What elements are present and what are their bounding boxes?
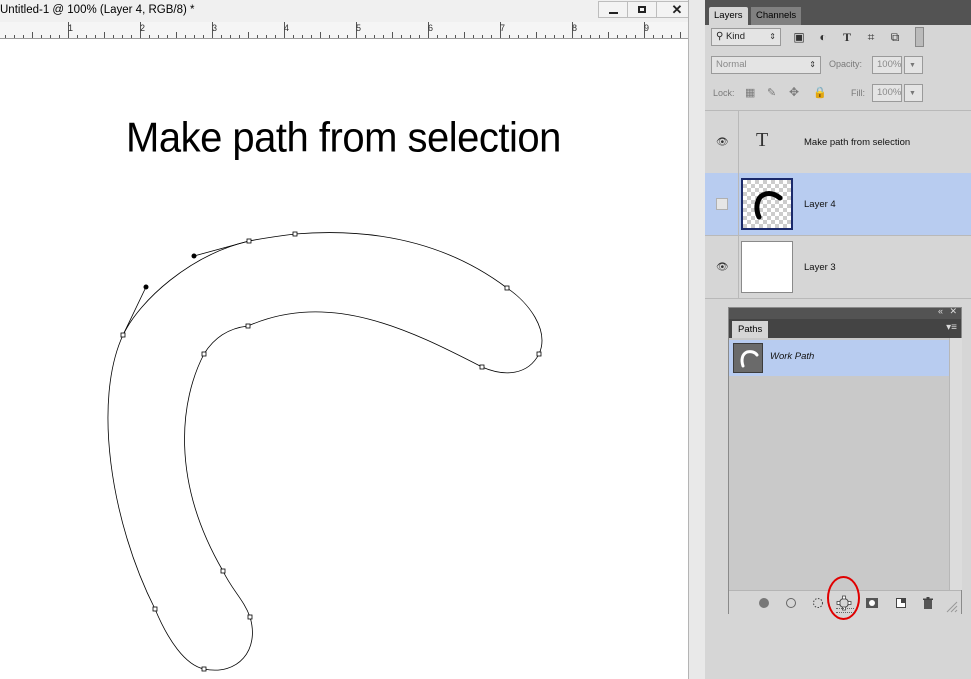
opacity-dropdown[interactable]: ▼	[904, 56, 923, 74]
ruler-number: 9	[644, 23, 650, 33]
ruler-number: 4	[284, 23, 290, 33]
layer-filter-select[interactable]: ⚲ Kind ⇕	[711, 28, 781, 46]
ruler-ticks	[5, 22, 681, 38]
highlight-circle	[827, 576, 860, 620]
fill-path-icon[interactable]	[756, 595, 772, 611]
ruler-number: 3	[212, 23, 218, 33]
chevron-updown-icon: ⇕	[769, 32, 776, 41]
path-thumbnail-icon	[740, 350, 759, 368]
visibility-cell[interactable]: 👁	[705, 236, 739, 298]
lock-all-icon[interactable]: 🔒	[813, 86, 827, 99]
close-icon[interactable]: ✕	[949, 306, 957, 317]
path-name[interactable]: Work Path	[770, 351, 814, 362]
add-mask-icon[interactable]	[864, 595, 880, 611]
opacity-field[interactable]: 100%	[872, 56, 902, 74]
maximize-icon	[638, 6, 646, 13]
work-path-outline[interactable]	[0, 39, 688, 679]
collapse-icon[interactable]: «	[938, 306, 943, 316]
tab-channels[interactable]: Channels	[751, 7, 802, 25]
lock-label: Lock:	[713, 88, 735, 98]
eye-icon[interactable]: 👁	[716, 262, 729, 273]
layer-name[interactable]: Make path from selection	[804, 137, 910, 148]
path-list: Work Path	[729, 338, 949, 590]
lock-pixels-icon[interactable]: ✎	[767, 86, 776, 99]
smart-object-filter-icon[interactable]: ⧉	[888, 30, 902, 44]
layer-row-text[interactable]: 👁 T Make path from selection	[705, 110, 971, 174]
minimize-button[interactable]	[598, 1, 628, 18]
tab-layers[interactable]: Layers	[709, 7, 748, 25]
panel-tab-bar: Layers Channels	[705, 0, 971, 25]
stroke-path-icon[interactable]	[783, 595, 799, 611]
paths-scrollbar[interactable]	[949, 338, 962, 590]
type-filter-icon[interactable]: T	[840, 30, 854, 44]
blend-mode-select[interactable]: Normal ⇕	[711, 56, 821, 74]
opacity-label: Opacity:	[829, 59, 863, 69]
toggle-filter-icon[interactable]	[915, 27, 924, 47]
stroke-thumbnail-icon	[754, 191, 783, 220]
load-as-selection-icon[interactable]	[810, 595, 826, 611]
panel-menu-icon[interactable]: ▾≡	[946, 322, 957, 333]
paths-panel: « ✕ Paths ▾≡ Work Path	[728, 306, 962, 615]
ruler-number: 8	[572, 23, 578, 33]
chevron-down-icon: ▼	[909, 90, 916, 97]
document-title: Untitled-1 @ 100% (Layer 4, RGB/8) *	[0, 4, 195, 16]
footer-resize-dots	[836, 608, 854, 613]
layer-row-layer-3[interactable]: 👁 Layer 3	[705, 236, 971, 299]
lock-transparency-icon[interactable]: ▦	[745, 86, 755, 99]
horizontal-ruler[interactable]: 1 2 3 4 5 6 7 8 9	[0, 22, 688, 39]
layer-row-layer-4[interactable]: Layer 4	[705, 173, 971, 236]
tab-paths[interactable]: Paths	[732, 321, 769, 338]
path-thumbnail	[733, 343, 763, 373]
eye-icon[interactable]: 👁	[716, 137, 729, 148]
layer-name[interactable]: Layer 3	[804, 262, 836, 273]
paths-panel-header[interactable]: « ✕	[729, 306, 961, 319]
new-path-icon[interactable]	[893, 595, 909, 611]
chevron-updown-icon: ⇕	[809, 60, 816, 69]
document-scrollbar[interactable]	[688, 0, 706, 679]
adjustment-filter-icon[interactable]: ◐	[816, 30, 830, 44]
paths-tab-bar: Paths ▾≡	[729, 319, 961, 338]
ruler-number: 7	[500, 23, 506, 33]
visibility-off-box[interactable]	[716, 198, 728, 210]
maximize-button[interactable]	[627, 1, 657, 18]
minimize-icon	[608, 11, 618, 14]
resize-grip-icon[interactable]	[944, 599, 958, 613]
search-icon: ⚲	[716, 31, 724, 42]
shape-filter-icon[interactable]: ⌗	[864, 30, 878, 44]
visibility-cell[interactable]: 👁	[705, 111, 739, 173]
ruler-number: 5	[356, 23, 362, 33]
ruler-number: 2	[140, 23, 146, 33]
layer-thumbnail	[741, 178, 793, 230]
document-titlebar: Untitled-1 @ 100% (Layer 4, RGB/8) * ✕	[0, 0, 700, 23]
document-canvas[interactable]: Make path from selection	[0, 39, 688, 679]
image-filter-icon[interactable]: ▣	[792, 30, 806, 44]
layer-name[interactable]: Layer 4	[804, 199, 836, 210]
fill-dropdown[interactable]: ▼	[904, 84, 923, 102]
path-row-work-path[interactable]: Work Path	[729, 340, 949, 376]
ruler-number: 6	[428, 23, 434, 33]
visibility-cell[interactable]	[705, 173, 739, 235]
close-icon: ✕	[671, 1, 683, 17]
ruler-number: 1	[68, 23, 74, 33]
layer-thumbnail	[741, 241, 793, 293]
fill-field[interactable]: 100%	[872, 84, 902, 102]
fill-label: Fill:	[851, 88, 865, 98]
type-layer-icon: T	[756, 129, 769, 151]
chevron-down-icon: ▼	[909, 62, 916, 69]
lock-position-icon[interactable]: ✥	[789, 85, 799, 99]
delete-path-icon[interactable]	[920, 595, 936, 611]
